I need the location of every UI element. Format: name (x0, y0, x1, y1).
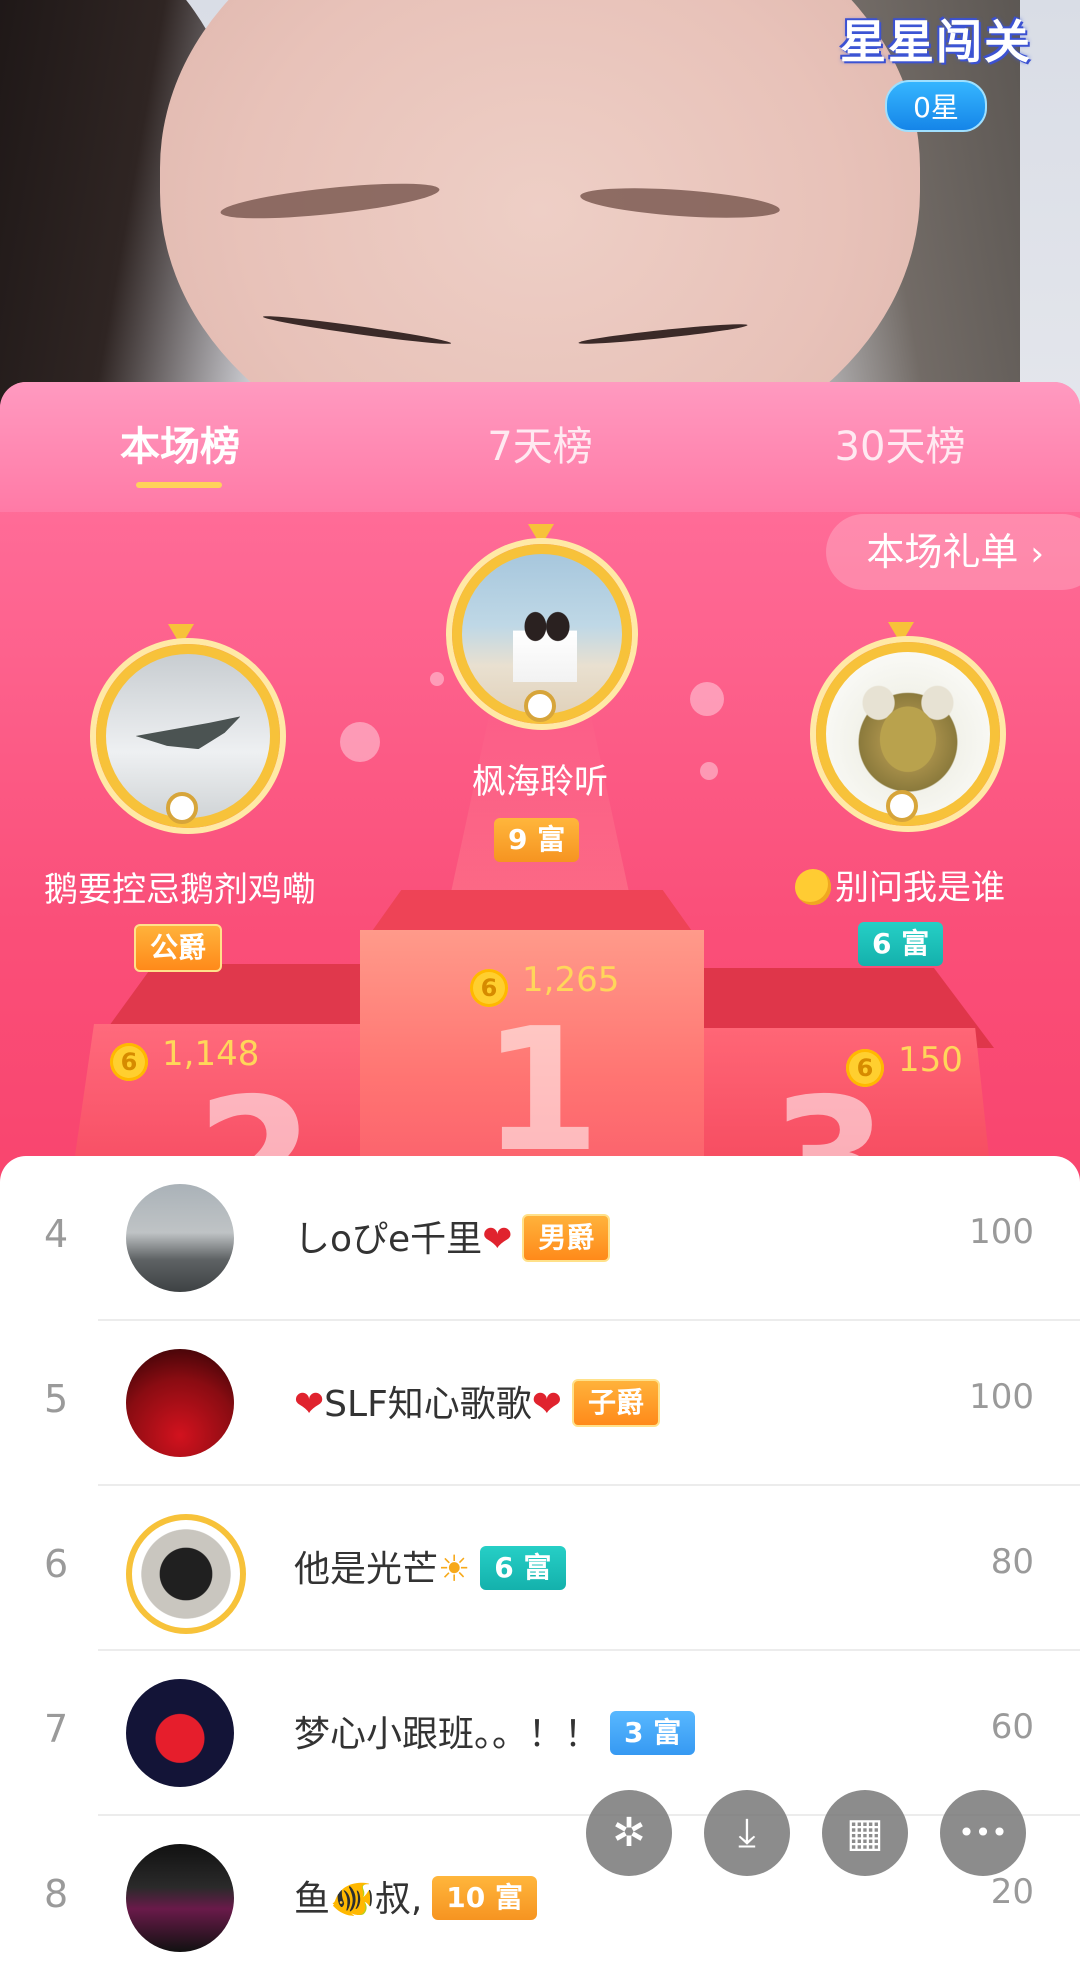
score: 60 (990, 1707, 1034, 1747)
sparkle (690, 682, 724, 716)
third-place-badge: 6 富 (858, 922, 944, 966)
heart-icon: ❤ (482, 1219, 513, 1260)
rank-number: 4 (44, 1212, 69, 1256)
medal-icon (166, 792, 198, 824)
first-place-badge: 9 富 (494, 818, 580, 862)
list-item[interactable]: 6 他是光芒☀ 6 富 80 (0, 1486, 1080, 1651)
first-place-coins: 6 1,265 (470, 960, 619, 1007)
avatar[interactable] (126, 1184, 234, 1292)
more-icon[interactable]: ••• (940, 1790, 1026, 1876)
download-icon[interactable]: ⤓ (704, 1790, 790, 1876)
third-place-name: 别问我是谁 (835, 868, 1005, 908)
third-place-coins: 6 150 (846, 1040, 963, 1087)
star-challenge-title: 星星闯关 (840, 15, 1032, 69)
user-name: 鱼🐠叔, (294, 1879, 423, 1920)
active-tab-indicator (136, 482, 222, 488)
score: 100 (969, 1377, 1034, 1417)
grid-icon[interactable]: ▦ (822, 1790, 908, 1876)
tab-this-session[interactable]: 本场榜 (30, 414, 330, 472)
first-place-coin-value: 1,265 (522, 960, 620, 1000)
avatar[interactable] (126, 1514, 246, 1634)
wealth-badge: 3 富 (610, 1711, 696, 1755)
medal-icon (886, 790, 918, 822)
tab-7-days[interactable]: 7天榜 (390, 414, 690, 472)
coin-icon: 6 (470, 969, 508, 1007)
second-place-coins: 6 1,148 (110, 1034, 259, 1081)
second-place-name: 鹅要控忌鹅剂鸡嘞 (44, 870, 316, 910)
score: 100 (969, 1212, 1034, 1252)
noble-badge: 子爵 (571, 1379, 660, 1427)
avatar[interactable] (126, 1679, 234, 1787)
score: 20 (990, 1872, 1034, 1912)
rank-number: 8 (44, 1872, 69, 1916)
user-name: 梦心小跟班。。！！ (294, 1714, 601, 1755)
ranking-list[interactable]: 4 しoぴe千里❤ 男爵 100 5 ❤SLF知心歌歌❤ 子爵 100 6 他是光芒… (0, 1156, 1080, 1952)
avatar[interactable] (126, 1349, 234, 1457)
first-place-name: 枫海聆听 (472, 762, 608, 802)
medal-icon (168, 624, 194, 646)
rank-number: 6 (44, 1542, 69, 1586)
list-item[interactable]: 8 鱼🐠叔, 10 富 20 (0, 1816, 1080, 1981)
user-name: SLF知心歌歌 (324, 1384, 532, 1425)
second-place-coin-value: 1,148 (162, 1034, 260, 1074)
user-name: しoぴe千里 (294, 1219, 483, 1260)
medal-icon (888, 622, 914, 644)
gift-list-label: 本场礼单 (866, 530, 1019, 574)
user-name-row: ❤SLF知心歌歌❤ 子爵 (294, 1375, 660, 1427)
star-count: 0星 (885, 80, 987, 132)
heart-icon: ❤ (531, 1384, 562, 1425)
tab-30-days[interactable]: 30天榜 (750, 414, 1050, 472)
wealth-badge: 10 富 (432, 1876, 537, 1920)
coin-icon: 6 (846, 1049, 884, 1087)
star-challenge-widget[interactable]: 星星闯关 0星 (840, 6, 1032, 132)
list-item[interactable]: 5 ❤SLF知心歌歌❤ 子爵 100 (0, 1321, 1080, 1486)
chevron-right-icon: › (1030, 534, 1044, 574)
rolling-eyes-emoji-icon (795, 869, 831, 905)
list-item[interactable]: 4 しoぴe千里❤ 男爵 100 (0, 1156, 1080, 1321)
live-video: 星星闯关 0星 (0, 0, 1080, 420)
sparkle (430, 672, 444, 686)
wealth-badge: 6 富 (480, 1546, 566, 1590)
medal-icon (528, 524, 554, 546)
pinwheel-icon[interactable]: ✲ (586, 1790, 672, 1876)
heart-icon: ❤ (294, 1384, 325, 1425)
user-name-row: 他是光芒☀ 6 富 (294, 1540, 566, 1592)
sun-icon: ☀ (438, 1549, 471, 1590)
avatar[interactable] (126, 1844, 234, 1952)
ranking-tabs: 本场榜 7天榜 30天榜 (0, 382, 1080, 512)
list-item[interactable]: 7 梦心小跟班。。！！ 3 富 60 (0, 1651, 1080, 1816)
second-place-badge: 公爵 (134, 924, 223, 972)
rank-number: 5 (44, 1377, 69, 1421)
gift-list-button[interactable]: 本场礼单 › (826, 514, 1080, 590)
rank-number: 7 (44, 1707, 69, 1751)
third-place-name-row: 别问我是谁 (720, 860, 1080, 909)
user-name: 他是光芒 (294, 1549, 439, 1590)
user-name-row: 鱼🐠叔, 10 富 (294, 1870, 537, 1922)
medal-icon (524, 690, 556, 722)
user-name-row: しoぴe千里❤ 男爵 (294, 1210, 611, 1262)
third-place-coin-value: 150 (898, 1040, 963, 1080)
user-name-row: 梦心小跟班。。！！ 3 富 (294, 1705, 696, 1757)
noble-badge: 男爵 (522, 1214, 611, 1262)
coin-icon: 6 (110, 1043, 148, 1081)
score: 80 (990, 1542, 1034, 1582)
